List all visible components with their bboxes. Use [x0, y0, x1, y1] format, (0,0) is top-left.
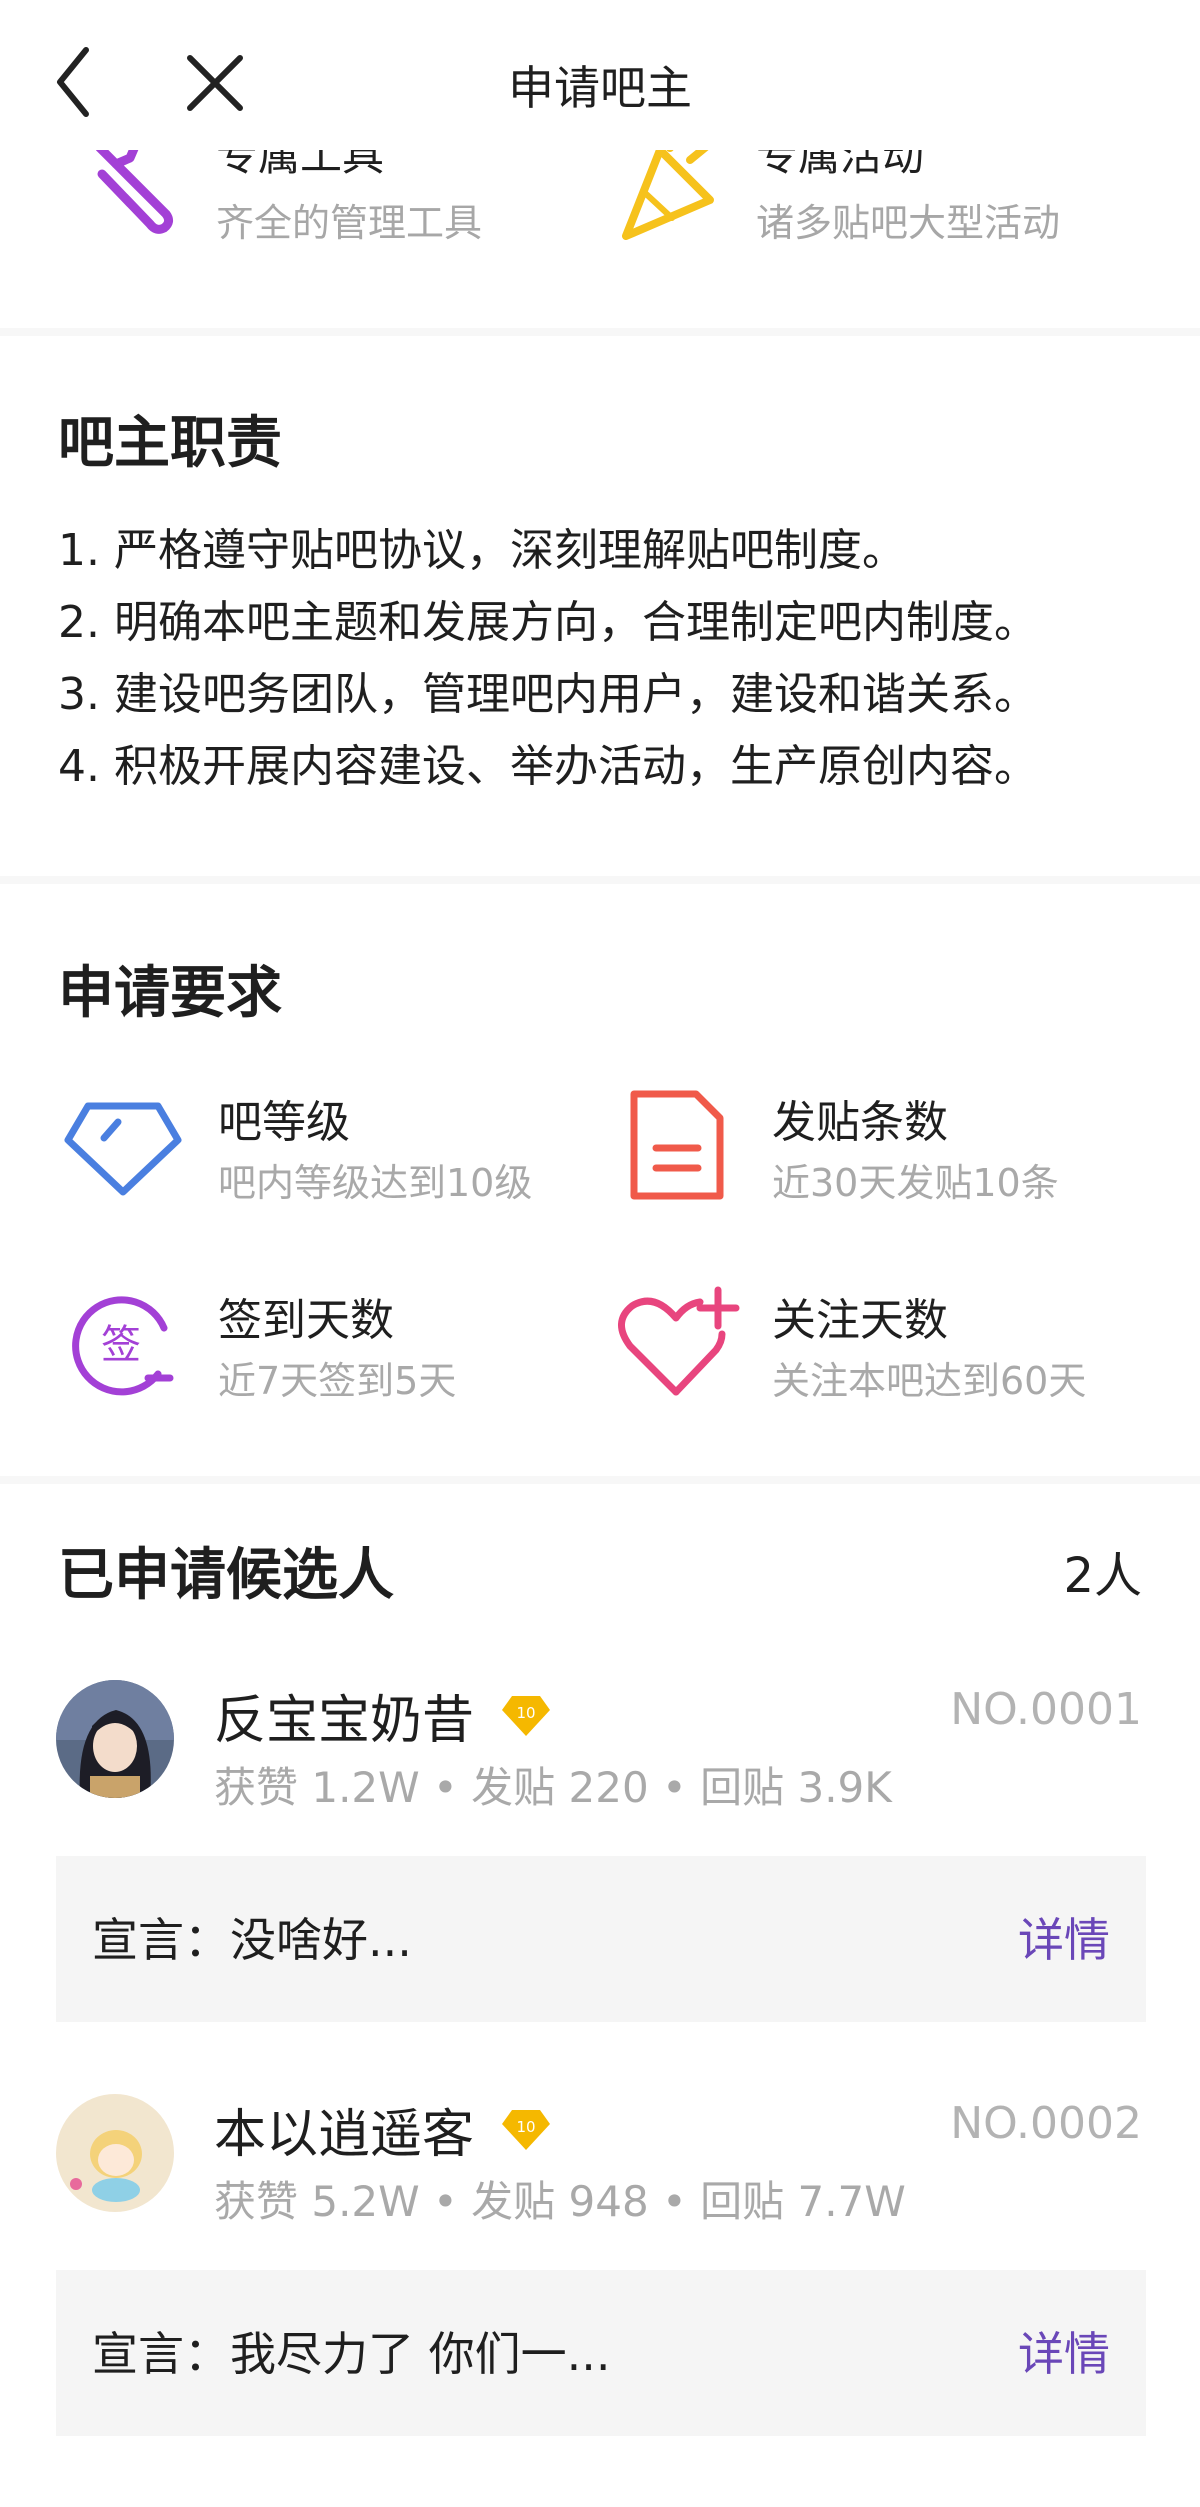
diamond-icon: [64, 1102, 182, 1196]
declaration-text: 宣言：没啥好...: [92, 1913, 412, 1967]
section-divider: [0, 876, 1200, 884]
heart-plus-icon: [618, 1286, 740, 1396]
requirement-subtitle: 近30天发贴10条: [772, 1161, 1059, 1205]
candidate-number: NO.0002: [950, 2098, 1142, 2149]
section-divider: [0, 1476, 1200, 1484]
requirement-subtitle: 吧内等级达到10级: [218, 1161, 533, 1205]
duty-item: 1. 严格遵守贴吧协议，深刻理解贴吧制度。: [58, 525, 906, 576]
requirement-title: 签到天数: [218, 1295, 394, 1346]
candidate-name[interactable]: 反宝宝奶昔: [214, 1678, 474, 1753]
perk-title: 专属活动: [756, 150, 925, 180]
requirement-title: 吧等级: [218, 1097, 350, 1148]
requirement-subtitle: 近7天签到5天: [218, 1359, 457, 1403]
perk-title: 专属工具: [216, 150, 385, 180]
duty-item: 4. 积极开展内容建设、举办活动，生产原创内容。: [58, 741, 1038, 792]
detail-link[interactable]: 详情: [1018, 1904, 1110, 1970]
candidate-stats: 获赞 5.2W • 发贴 948 • 回贴 7.7W: [214, 2177, 906, 2226]
duty-item: 3. 建设吧务团队，管理吧内用户，建设和谐关系。: [58, 669, 1038, 720]
perk-subtitle: 诸多贴吧大型活动: [756, 201, 1061, 245]
page-title: 申请吧主: [508, 61, 692, 115]
requirement-title: 发贴条数: [772, 1097, 948, 1148]
requirement-title: 关注天数: [772, 1295, 948, 1346]
duty-item: 2. 明确本吧主题和发展方向，合理制定吧内制度。: [58, 597, 1038, 648]
duties-title: 吧主职责: [58, 411, 282, 476]
requirement-subtitle: 关注本吧达到60天: [772, 1359, 1087, 1403]
wrench-icon: [95, 150, 174, 234]
level-text: 10: [516, 1704, 535, 1722]
declaration-text: 宣言：我尽力了 你们一...: [92, 2327, 611, 2381]
perks-section: 专属工具 齐全的管理工具 专属活动 诸多贴吧大型活动: [0, 150, 1200, 330]
candidate-card[interactable]: 反宝宝奶昔 10 NO.0001 获赞 1.2W • 发贴 220 • 回贴 3…: [0, 1680, 1200, 2040]
requirement-posts: 发贴条数 近30天发贴10条: [612, 1080, 1152, 1210]
requirement-level: 吧等级 吧内等级达到10级: [58, 1080, 598, 1210]
level-badge-icon: 10: [502, 1696, 550, 1736]
declaration-box[interactable]: 宣言：我尽力了 你们一... 详情: [56, 2270, 1146, 2436]
sign-in-glyph: 签: [101, 1322, 141, 1368]
document-icon: [630, 1090, 724, 1200]
declaration-box[interactable]: 宣言：没啥好... 详情: [56, 1856, 1146, 2022]
candidate-card[interactable]: 本以逍遥客 10 NO.0002 获赞 5.2W • 发贴 948 • 回贴 7…: [0, 2094, 1200, 2454]
sign-in-icon: 签: [72, 1296, 174, 1396]
party-popper-icon: [622, 150, 714, 240]
level-badge-icon: 10: [502, 2110, 550, 2150]
candidate-name[interactable]: 本以逍遥客: [214, 2092, 474, 2167]
requirement-follow: 关注天数 关注本吧达到60天: [612, 1278, 1152, 1408]
level-text: 10: [516, 2118, 535, 2136]
top-bar: 申请吧主: [0, 0, 1200, 150]
candidates-count: 2人: [1063, 1548, 1142, 1604]
candidates-title: 已申请候选人: [58, 1543, 394, 1608]
requirements-title: 申请要求: [58, 961, 282, 1026]
avatar[interactable]: [56, 2094, 174, 2212]
candidate-stats: 获赞 1.2W • 发贴 220 • 回贴 3.9K: [214, 1763, 892, 1812]
perk-subtitle: 齐全的管理工具: [216, 201, 483, 245]
candidate-number: NO.0001: [950, 1684, 1142, 1735]
section-divider: [0, 328, 1200, 336]
avatar[interactable]: [56, 1680, 174, 1798]
requirement-sign-in: 签 签到天数 近7天签到5天: [58, 1278, 598, 1408]
detail-link[interactable]: 详情: [1018, 2318, 1110, 2384]
